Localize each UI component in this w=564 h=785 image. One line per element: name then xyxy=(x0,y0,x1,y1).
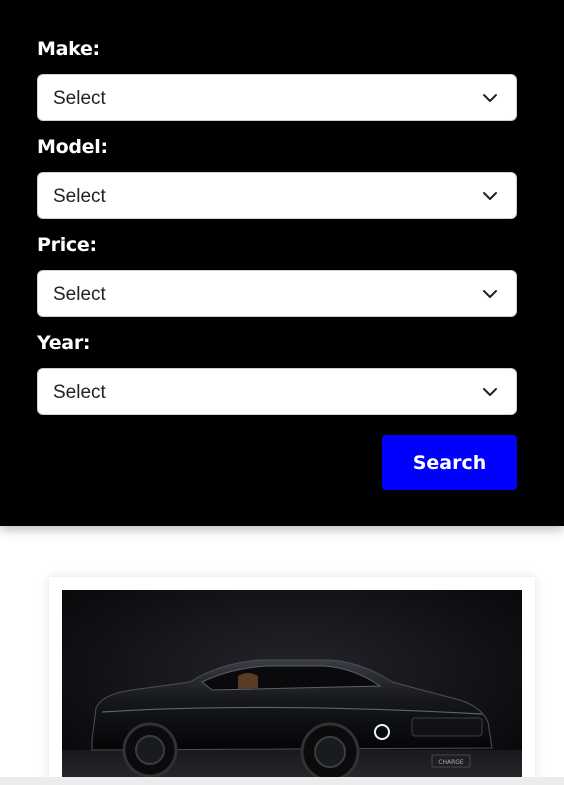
search-button[interactable]: Search xyxy=(382,435,517,490)
car-image[interactable]: CHARGE xyxy=(62,590,522,785)
chevron-down-icon xyxy=(483,290,497,298)
year-select[interactable]: Select xyxy=(37,368,517,415)
price-select-value: Select xyxy=(53,284,106,305)
make-select[interactable]: Select xyxy=(37,74,517,121)
model-select-value: Select xyxy=(53,186,106,207)
price-label: Price: xyxy=(37,234,97,256)
year-select-value: Select xyxy=(53,382,106,403)
search-filter-panel: Make: Select Model: Select Price: Select… xyxy=(0,0,564,526)
chevron-down-icon xyxy=(483,94,497,102)
listing-card[interactable]: CHARGE xyxy=(49,577,535,785)
make-label: Make: xyxy=(37,38,100,60)
bottom-scroll-bar xyxy=(0,777,564,785)
make-select-value: Select xyxy=(53,88,106,109)
model-label: Model: xyxy=(37,136,108,158)
license-plate-text: CHARGE xyxy=(438,759,464,766)
price-select[interactable]: Select xyxy=(37,270,517,317)
model-select[interactable]: Select xyxy=(37,172,517,219)
car-illustration: CHARGE xyxy=(62,590,522,785)
year-label: Year: xyxy=(37,332,91,354)
chevron-down-icon xyxy=(483,388,497,396)
chevron-down-icon xyxy=(483,192,497,200)
